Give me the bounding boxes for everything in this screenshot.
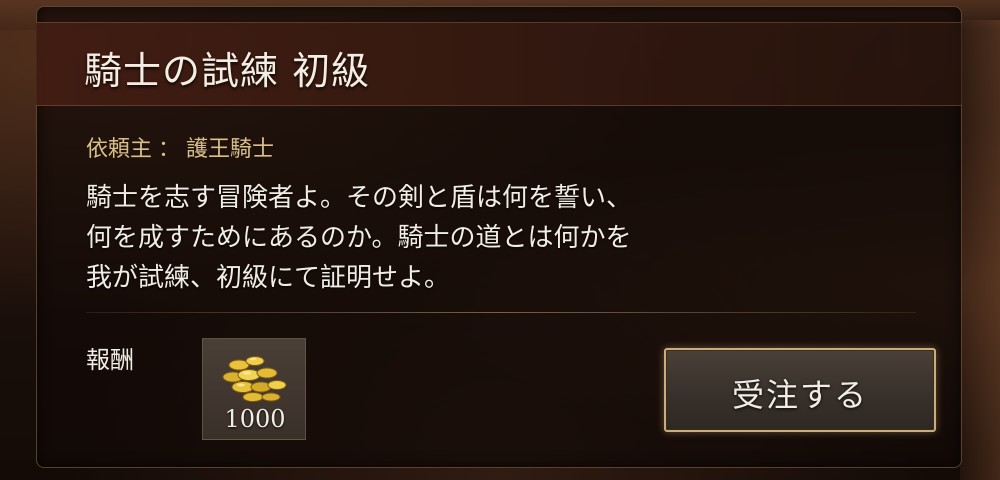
accept-quest-button[interactable]: 受注する [664,348,936,432]
gold-coins-icon [222,356,287,402]
client-label: 依頼主 [86,137,153,162]
section-divider [86,312,916,313]
description-line: 騎士を志す冒険者よ。その剣と盾は何を誓い、 [86,183,633,213]
background-pillar [960,20,1000,480]
description-line: 何を成すためにあるのか。騎士の道とは何かを [86,223,632,253]
accept-button-label: 受注する [731,376,868,414]
quest-description: 騎士を志す冒険者よ。その剣と盾は何を誓い、 何を成すためにあるのか。騎士の道とは… [86,178,886,298]
reward-item-slot[interactable]: 1000 [202,338,306,440]
reward-count: 1000 [224,405,286,433]
game-scene: 騎士の試練 初級 依頼主：護王騎士 騎士を志す冒険者よ。その剣と盾は何を誓い、 … [0,0,1000,480]
description-line: 我が試練、初級にて証明せよ。 [86,263,451,293]
client-name: 護王騎士 [186,137,275,162]
client-separator: ： [158,137,181,162]
quest-client: 依頼主：護王騎士 [86,131,274,163]
quest-title: 騎士の試練 初級 [84,49,371,93]
reward-label: 報酬 [86,346,134,374]
